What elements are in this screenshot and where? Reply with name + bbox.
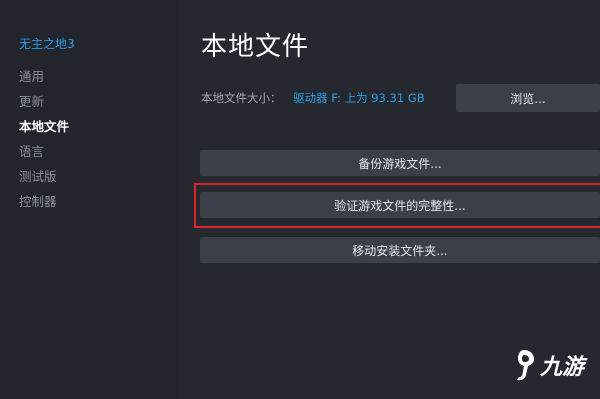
size-value[interactable]: 驱动器 F: 上为 93.31 GB [293, 91, 424, 105]
sidebar-item-updates[interactable]: 更新 [19, 91, 44, 110]
verify-integrity-button[interactable]: 验证游戏文件的完整性... [200, 192, 600, 218]
sidebar: 无主之地3 通用 更新 本地文件 语言 测试版 控制器 [0, 0, 179, 399]
sidebar-item-local-files[interactable]: 本地文件 [19, 116, 69, 135]
game-title: 无主之地3 [19, 37, 75, 51]
size-label: 本地文件大小： [201, 91, 282, 105]
watermark-text: 九游 [540, 355, 585, 380]
watermark-logo-icon [517, 350, 534, 381]
sidebar-item-betas[interactable]: 测试版 [19, 166, 57, 185]
move-install-folder-button[interactable]: 移动安装文件夹... [200, 237, 600, 263]
sidebar-item-general[interactable]: 通用 [19, 66, 44, 85]
local-files-size-row: 本地文件大小： 驱动器 F: 上为 93.31 GB [201, 90, 425, 106]
sidebar-item-language[interactable]: 语言 [19, 141, 44, 160]
main-panel: 本地文件 本地文件大小： 驱动器 F: 上为 93.31 GB 浏览... 备份… [179, 0, 600, 399]
watermark: 九游 [510, 348, 584, 382]
backup-game-files-button[interactable]: 备份游戏文件... [200, 150, 600, 176]
sidebar-item-controller[interactable]: 控制器 [19, 191, 57, 210]
page-title: 本地文件 [201, 32, 310, 62]
browse-button[interactable]: 浏览... [456, 84, 600, 112]
